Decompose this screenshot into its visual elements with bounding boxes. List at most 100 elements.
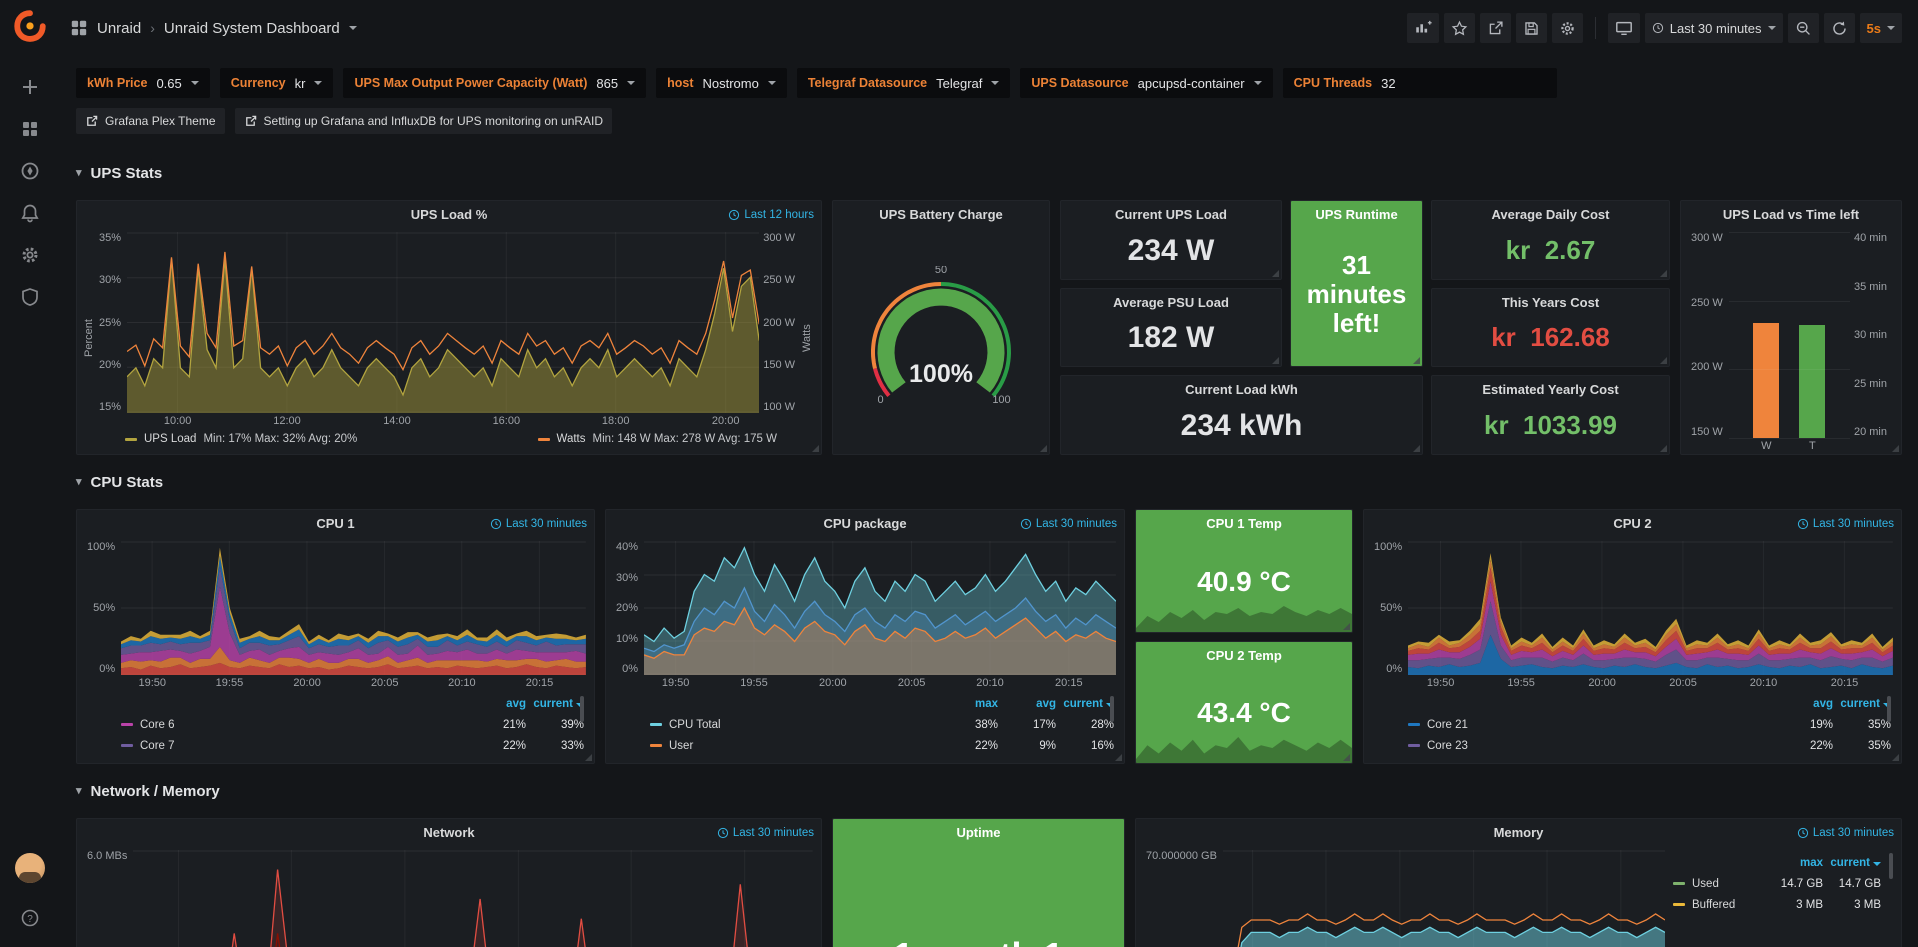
panel-header[interactable]: Uptime xyxy=(833,819,1124,846)
legend-sort-header[interactable]: current xyxy=(1056,698,1114,710)
cpu-threads-input[interactable]: 32 xyxy=(1381,76,1546,91)
variable-telegraf-datasource[interactable]: Telegraf Datasource Telegraf xyxy=(797,68,1011,98)
legend-row[interactable]: Used14.7 GB14.7 GB xyxy=(1673,873,1881,894)
legend-sort-header[interactable]: avg xyxy=(1775,698,1833,710)
star-button[interactable] xyxy=(1444,13,1475,43)
variable-ups-datasource[interactable]: UPS Datasource apcupsd-container xyxy=(1020,68,1272,98)
panel-header[interactable]: Current Load kWh xyxy=(1061,376,1422,403)
legend-row[interactable]: Core 722%33% xyxy=(121,735,584,756)
time-override-link[interactable]: Last 12 hours xyxy=(728,201,814,228)
chart-plot[interactable]: 19:5019:5520:0020:0520:1020:15 xyxy=(1223,850,1665,947)
refresh-button[interactable] xyxy=(1824,13,1855,43)
chart-plot[interactable]: 19:5019:5520:0020:0520:1020:15 xyxy=(1408,541,1893,691)
legend-row[interactable]: Core 2322%35% xyxy=(1408,735,1891,756)
bar[interactable] xyxy=(1799,325,1825,438)
sidebar-item-help[interactable]: ? xyxy=(9,897,51,939)
variable-host[interactable]: host Nostromo xyxy=(656,68,787,98)
legend-sort-header[interactable]: avg xyxy=(998,698,1056,710)
legend-item-watts[interactable]: Watts Min: 148 W Max: 278 W Avg: 175 W xyxy=(538,433,777,445)
zoom-out-button[interactable] xyxy=(1788,13,1819,43)
chart-plot[interactable]: 19:5019:5520:0020:0520:1020:15 xyxy=(121,541,586,691)
chart-plot[interactable]: 19:5019:5520:0020:0520:1020:15 xyxy=(133,850,813,947)
legend-sort-header[interactable]: avg xyxy=(468,698,526,710)
legend-sort-header[interactable]: max xyxy=(1765,857,1823,869)
legend-scrollbar[interactable] xyxy=(1887,696,1891,722)
panel-header[interactable]: Current UPS Load xyxy=(1061,201,1281,228)
variable-value[interactable]: Nostromo xyxy=(702,76,758,91)
time-override-link[interactable]: Last 30 minutes xyxy=(490,510,587,537)
legend-scrollbar[interactable] xyxy=(1110,696,1114,722)
legend-sort-header[interactable]: current xyxy=(1833,698,1891,710)
share-button[interactable] xyxy=(1480,13,1511,43)
panel-header[interactable]: Average PSU Load xyxy=(1061,289,1281,316)
legend-row[interactable]: Core 2119%35% xyxy=(1408,714,1891,735)
variable-value[interactable]: kr xyxy=(295,76,306,91)
legend-sort-header[interactable]: current xyxy=(1823,857,1881,869)
variable-currency[interactable]: Currency kr xyxy=(220,68,334,98)
dashboard-settings-button[interactable] xyxy=(1552,13,1583,43)
sidebar-item-explore[interactable] xyxy=(9,150,51,192)
section-cpu-stats[interactable]: ▾ CPU Stats xyxy=(76,467,1902,497)
panel-header[interactable]: Estimated Yearly Cost xyxy=(1432,376,1669,403)
add-panel-button[interactable] xyxy=(1407,13,1439,43)
variable-kwh-price[interactable]: kWh Price 0.65 xyxy=(76,68,210,98)
bar[interactable] xyxy=(1753,323,1779,438)
legend-row[interactable]: User22%9%16% xyxy=(650,735,1114,756)
variable-ups-max-output[interactable]: UPS Max Output Power Capacity (Watt) 865 xyxy=(343,68,646,98)
breadcrumb-app[interactable]: Unraid xyxy=(97,20,141,37)
legend-sort-header[interactable]: max xyxy=(940,698,998,710)
page-title[interactable]: Unraid System Dashboard xyxy=(164,20,340,37)
grafana-logo-icon[interactable] xyxy=(13,10,47,44)
chart-plot[interactable]: 19:5019:5520:0020:0520:1020:15 xyxy=(644,541,1116,691)
variable-cpu-threads[interactable]: CPU Threads 32 xyxy=(1283,68,1558,98)
legend-row[interactable]: CPU Total38%17%28% xyxy=(650,714,1114,735)
bar-column[interactable]: W xyxy=(1753,232,1779,454)
legend-row[interactable]: Core 621%39% xyxy=(121,714,584,735)
clock-icon xyxy=(717,827,729,839)
bar-column[interactable]: T xyxy=(1799,232,1825,454)
sidebar-item-create[interactable] xyxy=(9,66,51,108)
panel-header[interactable]: UPS Battery Charge xyxy=(833,201,1049,228)
panel-header[interactable]: CPU package Last 30 minutes xyxy=(606,510,1124,537)
panel-header[interactable]: CPU 1 Last 30 minutes xyxy=(77,510,594,537)
panel-header[interactable]: UPS Runtime xyxy=(1291,201,1422,228)
chart-plot[interactable]: 10:0012:0014:0016:0018:0020:00 xyxy=(127,232,759,429)
panel-header[interactable]: UPS Load % Last 12 hours xyxy=(77,201,821,228)
panel-header[interactable]: CPU 1 Temp xyxy=(1136,510,1352,537)
legend-scrollbar[interactable] xyxy=(1889,853,1893,879)
cycle-view-button[interactable] xyxy=(1608,13,1640,43)
panel-header[interactable]: CPU 2 Temp xyxy=(1136,642,1352,669)
time-override-link[interactable]: Last 30 minutes xyxy=(1797,510,1894,537)
variable-value[interactable]: 0.65 xyxy=(156,76,181,91)
section-ups-stats[interactable]: ▾ UPS Stats xyxy=(76,158,1902,188)
refresh-interval-picker[interactable]: 5s xyxy=(1860,13,1902,43)
legend-sort-header[interactable]: current xyxy=(526,698,584,710)
bar-chart[interactable]: WT xyxy=(1729,232,1850,454)
user-avatar[interactable] xyxy=(15,853,45,883)
panel-header[interactable]: Network Last 30 minutes xyxy=(77,819,821,846)
variable-value[interactable]: apcupsd-container xyxy=(1138,76,1245,91)
panel-header[interactable]: UPS Load vs Time left xyxy=(1681,201,1901,228)
section-network-memory[interactable]: ▾ Network / Memory xyxy=(76,776,1902,806)
sidebar-item-configuration[interactable] xyxy=(9,234,51,276)
variable-value[interactable]: 865 xyxy=(596,76,618,91)
legend-item-ups-load[interactable]: UPS Load Min: 17% Max: 32% Avg: 20% xyxy=(125,433,357,445)
legend-row[interactable]: Buffered3 MB3 MB xyxy=(1673,894,1881,915)
save-button[interactable] xyxy=(1516,13,1547,43)
panel-header[interactable]: CPU 2 Last 30 minutes xyxy=(1364,510,1901,537)
variable-value[interactable]: Telegraf xyxy=(936,76,982,91)
panel-header[interactable]: Average Daily Cost xyxy=(1432,201,1669,228)
panel-header[interactable]: This Years Cost xyxy=(1432,289,1669,316)
time-override-link[interactable]: Last 30 minutes xyxy=(1797,819,1894,846)
dashboard-scroll-area[interactable]: ▾ UPS Stats UPS Load % Last 12 hours Per… xyxy=(60,146,1918,947)
sidebar-item-alerting[interactable] xyxy=(9,192,51,234)
time-range-picker[interactable]: Last 30 minutes xyxy=(1645,13,1783,43)
dashboard-link-ups-monitoring-guide[interactable]: Setting up Grafana and InfluxDB for UPS … xyxy=(235,108,613,134)
time-override-link[interactable]: Last 30 minutes xyxy=(717,819,814,846)
sidebar-item-dashboards[interactable] xyxy=(9,108,51,150)
dashboard-link-grafana-plex-theme[interactable]: Grafana Plex Theme xyxy=(76,108,225,134)
sidebar-item-server-admin[interactable] xyxy=(9,276,51,318)
time-override-link[interactable]: Last 30 minutes xyxy=(1020,510,1117,537)
legend-scrollbar[interactable] xyxy=(580,696,584,722)
panel-header[interactable]: Memory Last 30 minutes xyxy=(1136,819,1901,846)
